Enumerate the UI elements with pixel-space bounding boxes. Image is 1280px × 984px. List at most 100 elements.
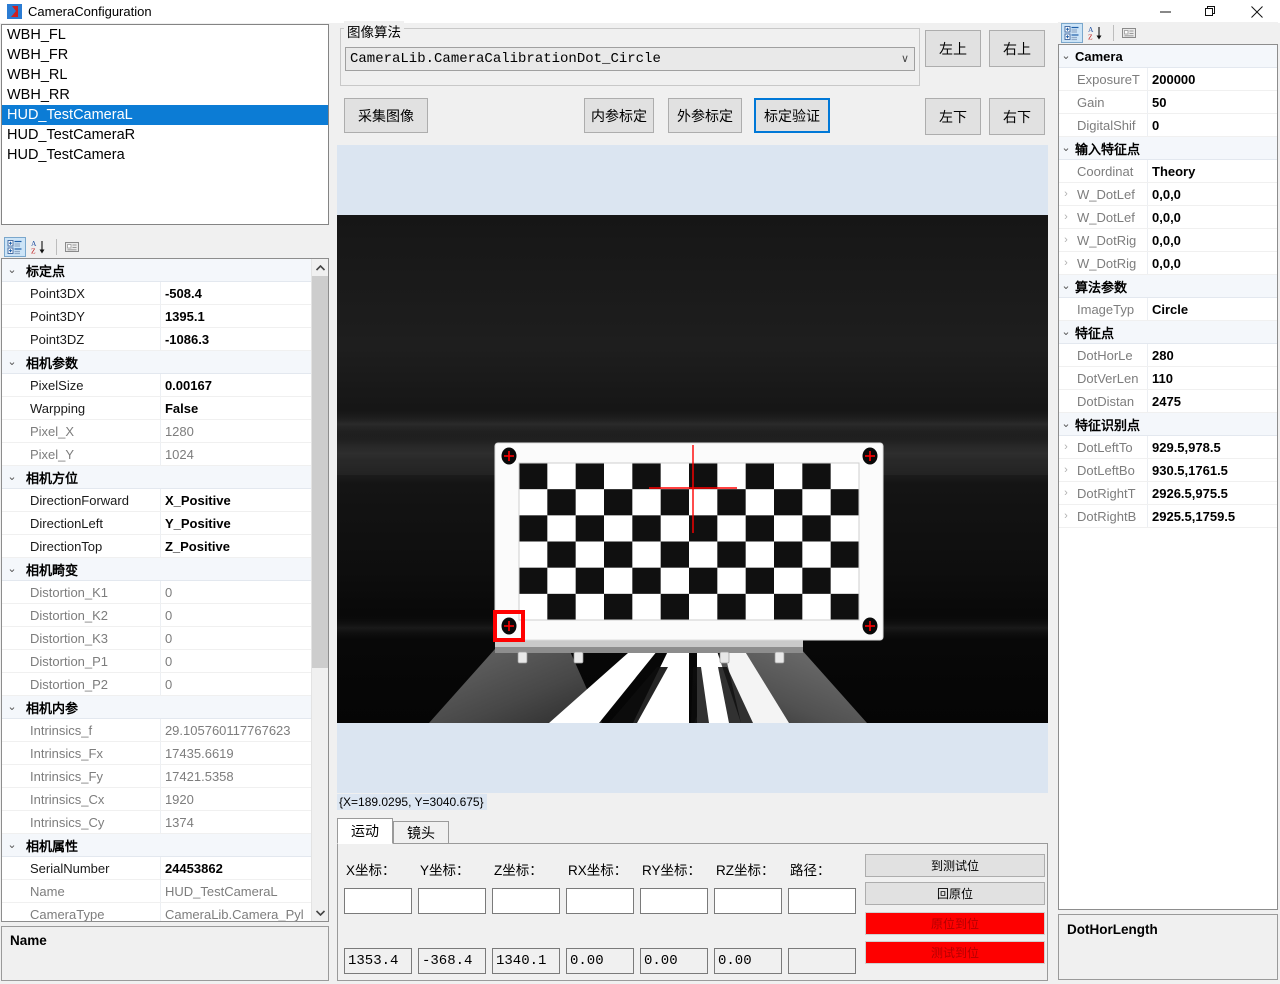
left-top-button[interactable]: 左上 — [925, 30, 981, 67]
property-value[interactable]: 1395.1 — [161, 309, 313, 324]
property-row[interactable]: Point3DZ -1086.3 — [2, 328, 313, 351]
property-value[interactable]: 0.00167 — [161, 378, 313, 393]
property-value[interactable]: -1086.3 — [161, 332, 313, 347]
categorized-view-icon[interactable] — [1061, 23, 1083, 43]
property-row[interactable]: › W_DotLef 0,0,0 — [1059, 183, 1277, 206]
property-row[interactable]: Warpping False — [2, 397, 313, 420]
property-row[interactable]: SerialNumber 24453862 — [2, 857, 313, 880]
property-value[interactable]: 1280 — [161, 424, 313, 439]
chevron-down-icon[interactable]: ⌄ — [2, 563, 22, 575]
property-value[interactable]: 0 — [161, 677, 313, 692]
camera-list[interactable]: WBH_FL WBH_FR WBH_RL WBH_RR HUD_TestCameraL H… — [1, 24, 329, 225]
chevron-down-icon[interactable]: ⌄ — [1059, 326, 1073, 338]
property-row[interactable]: Name HUD_TestCameraL — [2, 880, 313, 903]
property-value[interactable]: 0 — [161, 608, 313, 623]
property-row[interactable]: › DotRightT 2926.5,975.5 — [1059, 482, 1277, 505]
left-bottom-button[interactable]: 左下 — [925, 98, 981, 135]
chevron-right-icon[interactable]: › — [1059, 257, 1073, 269]
chevron-right-icon[interactable]: › — [1059, 441, 1073, 453]
property-row[interactable]: Distortion_P2 0 — [2, 673, 313, 696]
property-category-row[interactable]: ⌄ 相机参数 — [2, 351, 313, 374]
property-row[interactable]: › DotRightB 2925.5,1759.5 — [1059, 505, 1277, 528]
camera-list-item[interactable]: HUD_TestCamera — [2, 145, 328, 165]
chevron-down-icon[interactable]: ⌄ — [1059, 280, 1073, 292]
left-property-grid[interactable]: ⌄ 标定点 Point3DX -508.4 Point3DY 1395.1 Point3DZ… — [1, 258, 329, 922]
chevron-down-icon[interactable]: ⌄ — [2, 701, 22, 713]
property-row[interactable]: DotDistan 2475 — [1059, 390, 1277, 413]
property-value[interactable]: X_Positive — [161, 493, 313, 508]
maximize-restore-icon[interactable] — [1188, 0, 1234, 23]
property-value[interactable]: 200000 — [1148, 72, 1272, 87]
property-value[interactable]: 0 — [161, 654, 313, 669]
property-category-row[interactable]: ⌄ 特征点 — [1059, 321, 1277, 344]
right-bottom-button[interactable]: 右下 — [989, 98, 1045, 135]
property-row[interactable]: ImageTyp Circle — [1059, 298, 1277, 321]
property-row[interactable]: Coordinat Theory — [1059, 160, 1277, 183]
alphabetical-sort-icon[interactable]: A Z — [28, 237, 50, 257]
coordinate-input[interactable] — [714, 888, 782, 914]
property-row[interactable]: Pixel_Y 1024 — [2, 443, 313, 466]
property-value[interactable]: 0 — [161, 631, 313, 646]
close-icon[interactable] — [1234, 0, 1280, 23]
property-value[interactable]: 0,0,0 — [1148, 187, 1272, 202]
property-value[interactable]: 17421.5358 — [161, 769, 313, 784]
minimize-button[interactable] — [1142, 0, 1188, 23]
property-row[interactable]: › DotLeftTo 929.5,978.5 — [1059, 436, 1277, 459]
property-row[interactable]: DotVerLen 110 — [1059, 367, 1277, 390]
scroll-thumb[interactable] — [312, 276, 328, 668]
algorithm-combobox[interactable]: CameraLib.CameraCalibrationDot_Circle ∨ — [345, 47, 915, 71]
scroll-down-icon[interactable] — [312, 904, 328, 921]
property-pages-icon[interactable] — [61, 237, 83, 257]
property-value[interactable]: 1374 — [161, 815, 313, 830]
property-pages-icon[interactable] — [1118, 23, 1140, 43]
tab-lens[interactable]: 镜头 — [393, 821, 449, 844]
property-value[interactable]: 2926.5,975.5 — [1148, 486, 1272, 501]
property-value[interactable]: 1024 — [161, 447, 313, 462]
chevron-down-icon[interactable]: ⌄ — [1059, 50, 1073, 62]
property-value[interactable]: 0,0,0 — [1148, 233, 1272, 248]
property-value[interactable]: 0,0,0 — [1148, 256, 1272, 271]
property-category-row[interactable]: ⌄ 相机内参 — [2, 696, 313, 719]
property-value[interactable]: Y_Positive — [161, 516, 313, 531]
property-category-row[interactable]: ⌄ 特征识别点 — [1059, 413, 1277, 436]
property-row[interactable]: CameraType CameraLib.Camera_Pyl — [2, 903, 313, 921]
property-row[interactable]: › W_DotRig 0,0,0 — [1059, 252, 1277, 275]
chevron-down-icon[interactable]: ⌄ — [1059, 418, 1073, 430]
motion-action-button[interactable]: 测试到位 — [865, 941, 1045, 964]
property-value[interactable]: HUD_TestCameraL — [161, 884, 313, 899]
property-category-row[interactable]: ⌄ 相机属性 — [2, 834, 313, 857]
motion-action-button[interactable]: 原位到位 — [865, 912, 1045, 935]
property-row[interactable]: Intrinsics_Cy 1374 — [2, 811, 313, 834]
property-row[interactable]: Distortion_K2 0 — [2, 604, 313, 627]
chevron-right-icon[interactable]: › — [1059, 510, 1073, 522]
property-value[interactable]: 17435.6619 — [161, 746, 313, 761]
property-row[interactable]: Gain 50 — [1059, 91, 1277, 114]
coordinate-input[interactable] — [344, 888, 412, 914]
chevron-right-icon[interactable]: › — [1059, 487, 1073, 499]
property-row[interactable]: Point3DX -508.4 — [2, 282, 313, 305]
intrinsic-calibration-button[interactable]: 内参标定 — [584, 98, 654, 133]
capture-image-button[interactable]: 采集图像 — [344, 98, 428, 133]
property-value[interactable]: Circle — [1148, 302, 1272, 317]
chevron-right-icon[interactable]: › — [1059, 234, 1073, 246]
alphabetical-sort-icon[interactable]: A Z — [1085, 23, 1107, 43]
property-value[interactable]: 0 — [161, 585, 313, 600]
camera-list-item[interactable]: HUD_TestCameraR — [2, 125, 328, 145]
property-row[interactable]: Intrinsics_Fx 17435.6619 — [2, 742, 313, 765]
property-row[interactable]: PixelSize 0.00167 — [2, 374, 313, 397]
property-category-row[interactable]: ⌄ 相机方位 — [2, 466, 313, 489]
property-row[interactable]: Intrinsics_Cx 1920 — [2, 788, 313, 811]
chevron-down-icon[interactable]: ⌄ — [2, 839, 22, 851]
camera-list-item[interactable]: WBH_RR — [2, 85, 328, 105]
property-category-row[interactable]: ⌄ 相机畸变 — [2, 558, 313, 581]
property-row[interactable]: Pixel_X 1280 — [2, 420, 313, 443]
coordinate-input[interactable] — [788, 888, 856, 914]
coordinate-input[interactable] — [566, 888, 634, 914]
chevron-down-icon[interactable]: ∨ — [901, 48, 909, 70]
property-value[interactable]: 2925.5,1759.5 — [1148, 509, 1272, 524]
left-grid-scrollbar[interactable] — [311, 259, 328, 921]
chevron-down-icon[interactable]: ⌄ — [1059, 142, 1073, 154]
motion-action-button[interactable]: 回原位 — [865, 882, 1045, 905]
chevron-down-icon[interactable]: ⌄ — [2, 264, 22, 276]
camera-list-item[interactable]: WBH_FL — [2, 25, 328, 45]
